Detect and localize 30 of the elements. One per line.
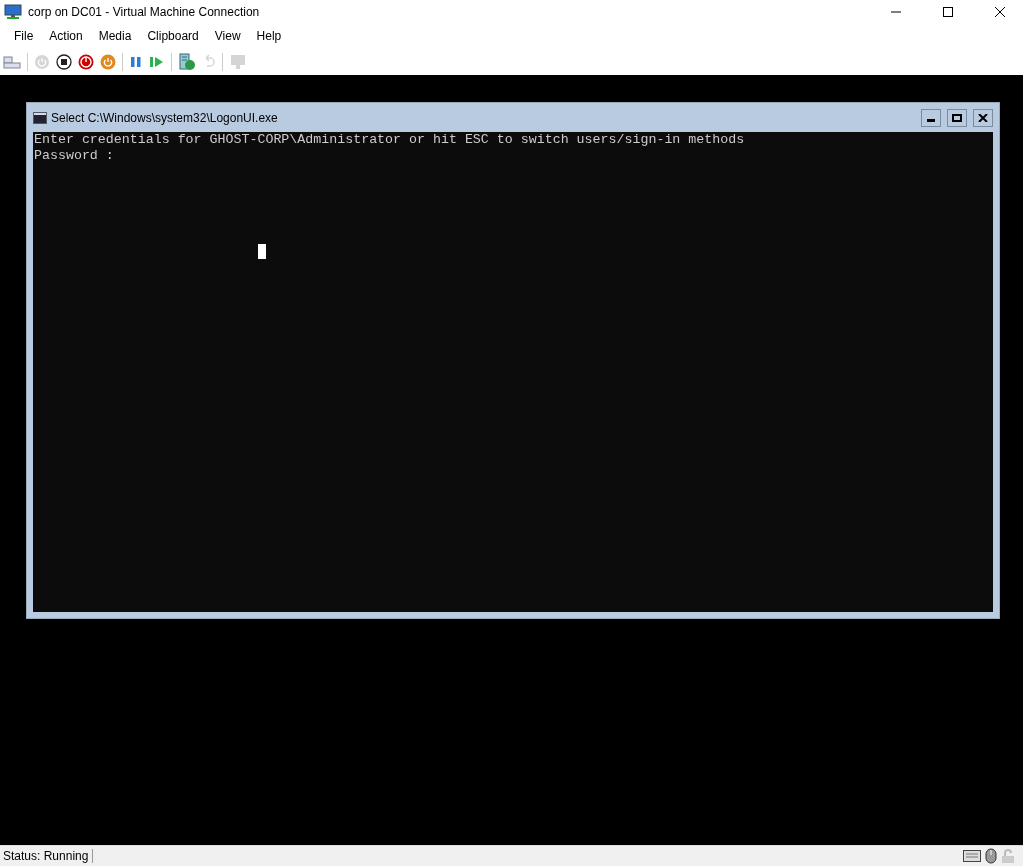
text-cursor — [258, 244, 266, 259]
minimize-button[interactable] — [921, 108, 941, 127]
menu-item[interactable]: Clipboard — [139, 29, 207, 43]
menu-item[interactable]: Help — [248, 29, 290, 43]
padlock-icon — [1001, 848, 1015, 864]
console-output: Enter credentials for GHOST-CORP\Administrator or hit ESC to switch users/sign-in methods Password : — [33, 132, 993, 612]
computer-icon — [4, 4, 22, 20]
keyboard-icon — [963, 850, 981, 862]
menu-item[interactable]: View — [206, 29, 249, 43]
menu-item[interactable]: File — [6, 29, 42, 43]
mouse-icon — [985, 848, 997, 864]
status-text: Status: Running — [3, 849, 94, 863]
power-icon[interactable] — [100, 53, 116, 70]
close-button[interactable] — [973, 108, 993, 127]
window-title: corp on DC01 - Virtual Machine Connection — [28, 5, 261, 19]
close-icon — [995, 7, 1005, 17]
play-icon[interactable] — [149, 54, 165, 69]
console-icon — [33, 111, 47, 124]
stop-icon[interactable] — [56, 53, 72, 70]
close-icon — [978, 113, 988, 122]
maximize-button[interactable] — [947, 108, 967, 127]
keyboard-icon[interactable] — [3, 53, 21, 70]
maximize-icon — [943, 7, 953, 17]
power-icon[interactable] — [78, 53, 94, 70]
pause-icon[interactable] — [129, 54, 143, 69]
menu-item[interactable]: Media — [90, 29, 140, 43]
maximize-icon — [952, 113, 962, 122]
checkpoint-icon[interactable] — [178, 52, 196, 71]
console-title: Select C:\Windows\system32\LogonUI.exe — [51, 110, 279, 125]
menu-item[interactable]: Action — [41, 29, 91, 43]
